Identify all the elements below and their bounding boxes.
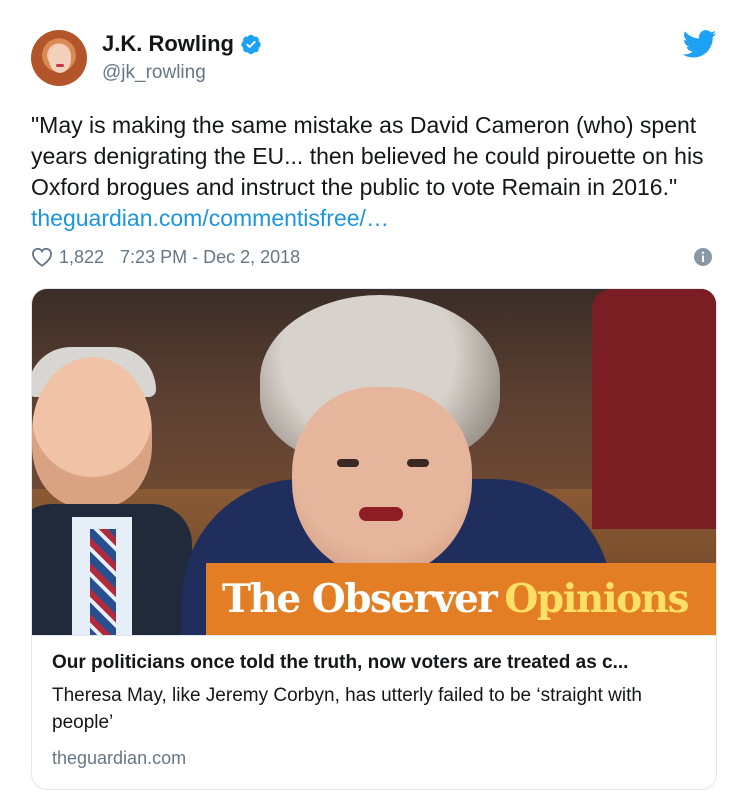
tweet-timestamp[interactable]: 7:23 PM - Dec 2, 2018 bbox=[120, 247, 300, 268]
display-name[interactable]: J.K. Rowling bbox=[102, 31, 234, 57]
banner-section: Opinions bbox=[504, 576, 689, 622]
tweet-link[interactable]: theguardian.com/commentisfree/… bbox=[31, 205, 389, 231]
may-eye-left bbox=[337, 459, 359, 467]
avatar-face bbox=[49, 45, 71, 73]
banner-brand: The Observer bbox=[222, 576, 498, 622]
twitter-bird-icon[interactable] bbox=[683, 30, 717, 58]
avatar-lips bbox=[56, 64, 64, 67]
card-image: The Observer Opinions bbox=[32, 289, 716, 635]
link-card[interactable]: The Observer Opinions Our politicians on… bbox=[31, 288, 717, 790]
card-title[interactable]: Our politicians once told the truth, now… bbox=[52, 650, 697, 676]
tweet-body: "May is making the same mistake as David… bbox=[31, 112, 704, 200]
card-domain: theguardian.com bbox=[52, 748, 187, 768]
author-names: J.K. Rowling @jk_rowling bbox=[102, 30, 262, 84]
verified-badge-icon bbox=[241, 34, 261, 55]
may-face bbox=[292, 387, 472, 577]
heart-icon bbox=[31, 247, 53, 267]
card-description: Theresa May, like Jeremy Corbyn, has utt… bbox=[52, 685, 642, 733]
embedded-tweet: J.K. Rowling @jk_rowling "May is making … bbox=[0, 0, 746, 810]
handle[interactable]: @jk_rowling bbox=[102, 62, 262, 84]
background-figure bbox=[592, 289, 716, 529]
avatar[interactable] bbox=[31, 30, 87, 86]
tweet-header: J.K. Rowling @jk_rowling bbox=[31, 24, 721, 88]
display-name-row: J.K. Rowling bbox=[102, 30, 262, 58]
man-tie bbox=[90, 529, 116, 635]
tweet-text: "May is making the same mistake as David… bbox=[31, 110, 711, 234]
card-body: Our politicians once told the truth, now… bbox=[32, 635, 716, 789]
like-button[interactable]: 1,822 bbox=[31, 247, 104, 268]
info-icon[interactable] bbox=[693, 247, 713, 267]
may-eye-right bbox=[407, 459, 429, 467]
tweet-meta: 1,822 7:23 PM - Dec 2, 2018 bbox=[31, 242, 717, 272]
may-lips bbox=[359, 507, 403, 521]
observer-opinions-banner: The Observer Opinions bbox=[206, 563, 716, 635]
like-count: 1,822 bbox=[59, 246, 105, 267]
man-head bbox=[32, 357, 152, 507]
